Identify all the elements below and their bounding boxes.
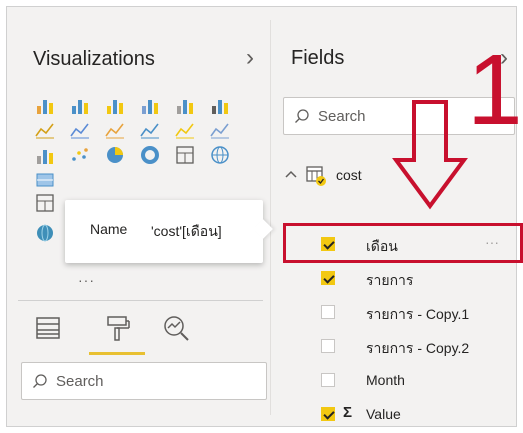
field-item[interactable]: Σ Value: [280, 398, 517, 430]
search-icon: [295, 109, 309, 123]
step-number-annotation: 1: [467, 34, 523, 146]
down-arrow-annotation: [392, 100, 468, 210]
search-icon: [33, 374, 47, 388]
ribbon-icon[interactable]: [209, 119, 231, 141]
table-icon[interactable]: [34, 192, 56, 214]
visualizations-title: Visualizations: [33, 48, 155, 70]
fields-title: Fields: [291, 47, 345, 69]
donut-icon[interactable]: [139, 144, 161, 166]
scatter-icon[interactable]: [69, 144, 91, 166]
field-checkbox[interactable]: [321, 305, 335, 319]
field-checkbox[interactable]: [321, 407, 335, 421]
field-name: Month: [366, 372, 405, 388]
tooltip-label: Name: [90, 221, 128, 237]
field-checkbox[interactable]: [321, 271, 335, 285]
clustered-bar-icon[interactable]: [104, 94, 126, 116]
fields-tool-icon[interactable]: [33, 313, 63, 343]
stacked-area-icon[interactable]: [104, 119, 126, 141]
stacked-bar-icon[interactable]: [34, 94, 56, 116]
more-visuals-button[interactable]: ···: [78, 272, 95, 288]
map-icon[interactable]: [209, 144, 231, 166]
field-checkbox[interactable]: [321, 339, 335, 353]
line-chart-icon[interactable]: [34, 119, 56, 141]
visualizations-search-input[interactable]: [56, 363, 260, 399]
line-column-2-icon[interactable]: [174, 119, 196, 141]
field-name: รายการ: [366, 272, 414, 288]
field-item[interactable]: รายการ: [280, 262, 517, 294]
highlight-box: [283, 223, 523, 263]
field-name: รายการ - Copy.1: [366, 306, 470, 322]
visualizations-expand-chevron[interactable]: ›: [246, 44, 254, 72]
tooltip-value: 'cost'[เดือน]: [151, 223, 222, 239]
field-name: Value: [366, 406, 401, 422]
table-name: cost: [336, 167, 362, 183]
field-tooltip: Name 'cost'[เดือน]: [65, 200, 273, 263]
100-column-icon[interactable]: [209, 94, 231, 116]
line-column-icon[interactable]: [139, 119, 161, 141]
table-icon: [306, 166, 326, 186]
analytics-tool-icon[interactable]: [161, 313, 191, 343]
field-name: รายการ - Copy.2: [366, 340, 470, 356]
filled-map-icon[interactable]: [34, 169, 56, 191]
format-tool-icon[interactable]: [102, 313, 132, 343]
visualizations-search-box[interactable]: [21, 362, 267, 400]
active-tab-underline: [89, 352, 145, 355]
globe-icon[interactable]: [34, 222, 56, 244]
field-item[interactable]: Month: [280, 364, 517, 396]
field-checkbox[interactable]: [321, 373, 335, 387]
pie-icon[interactable]: [104, 144, 126, 166]
stacked-column-icon[interactable]: [69, 94, 91, 116]
waterfall-icon[interactable]: [34, 144, 56, 166]
treemap-icon[interactable]: [174, 144, 196, 166]
100-bar-icon[interactable]: [174, 94, 196, 116]
field-item[interactable]: รายการ - Copy.1: [280, 296, 517, 328]
pane-divider: [18, 300, 263, 301]
field-item[interactable]: รายการ - Copy.2: [280, 330, 517, 362]
sigma-icon: Σ: [343, 404, 353, 421]
chevron-up-icon[interactable]: [285, 169, 297, 179]
clustered-column-icon[interactable]: [139, 94, 161, 116]
area-chart-icon[interactable]: [69, 119, 91, 141]
